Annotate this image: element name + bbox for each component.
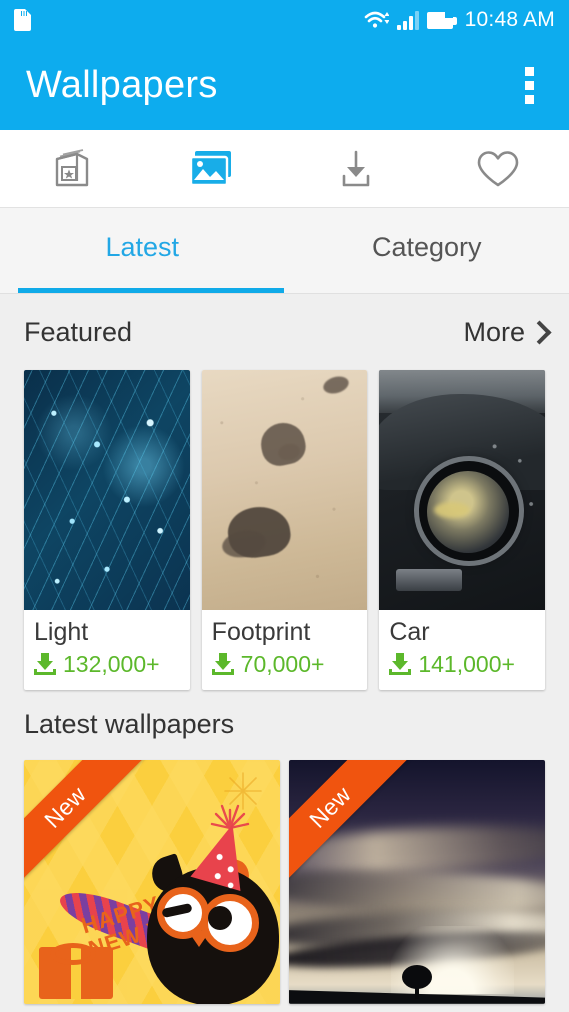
featured-card[interactable]: Light 132,000+ xyxy=(24,370,190,690)
tree-silhouette xyxy=(401,964,432,999)
featured-card-downloads: 70,000+ xyxy=(211,650,358,678)
featured-card-downloads: 141,000+ xyxy=(389,651,535,678)
themes-box-icon xyxy=(47,145,95,193)
content-tab-bar: Latest Category xyxy=(0,208,569,294)
tab-wallpapers[interactable] xyxy=(142,130,284,207)
tab-favorites[interactable] xyxy=(427,130,569,207)
app-bar: Wallpapers xyxy=(0,40,569,130)
featured-card-name: Car xyxy=(389,618,430,646)
featured-thumbnail-car xyxy=(379,370,546,610)
download-count: 70,000+ xyxy=(240,650,325,677)
tab-downloads[interactable] xyxy=(285,130,427,207)
tab-category[interactable]: Category xyxy=(285,208,569,293)
status-bar-right: 10:48 AM xyxy=(364,8,555,32)
featured-card-meta: Footprint 70,000+ xyxy=(202,610,368,690)
featured-card[interactable]: Footprint 70,000+ xyxy=(201,370,368,690)
download-icon xyxy=(389,653,412,676)
latest-wallpaper-card[interactable]: HAPPY NEW YEAR New xyxy=(24,759,280,1004)
chevron-right-icon xyxy=(531,320,545,344)
featured-thumbnail-footprint xyxy=(201,370,368,610)
wallpapers-app-screen: 10:48 AM Wallpapers Latest Category Feat… xyxy=(0,0,569,1012)
latest-card-row: HAPPY NEW YEAR New xyxy=(0,759,569,1004)
tab-category-label: Category xyxy=(371,232,482,262)
battery-icon xyxy=(426,11,457,29)
latest-section-header: Latest wallpapers xyxy=(0,690,569,760)
status-bar: 10:48 AM xyxy=(0,0,569,40)
downloads-icon xyxy=(332,145,380,193)
download-count: 141,000+ xyxy=(418,650,515,677)
download-count: 132,000+ xyxy=(63,650,160,677)
tab-themes[interactable] xyxy=(0,130,142,207)
featured-thumbnail-light xyxy=(24,370,190,610)
latest-title: Latest wallpapers xyxy=(24,709,235,740)
overflow-menu-icon[interactable] xyxy=(511,62,547,108)
icon-tab-bar xyxy=(0,130,569,208)
sd-card-icon xyxy=(14,9,31,31)
more-label: More xyxy=(463,316,525,347)
download-icon xyxy=(34,653,56,676)
featured-more-link[interactable]: More xyxy=(463,317,545,348)
tab-latest[interactable]: Latest xyxy=(0,208,285,293)
download-icon xyxy=(211,653,234,676)
featured-card[interactable]: Car 141,000+ xyxy=(379,370,546,690)
featured-title: Featured xyxy=(24,316,133,347)
featured-card-meta: Car 141,000+ xyxy=(379,610,545,690)
tab-latest-label: Latest xyxy=(105,232,180,262)
wifi-icon xyxy=(364,10,390,30)
tab-active-indicator xyxy=(18,288,284,293)
featured-section-header: Featured More xyxy=(0,294,569,370)
status-bar-clock: 10:48 AM xyxy=(464,8,555,31)
featured-card-downloads: 132,000+ xyxy=(34,651,180,678)
favorites-heart-icon xyxy=(472,145,524,193)
featured-card-meta: Light 132,000+ xyxy=(24,610,190,690)
page-title: Wallpapers xyxy=(26,63,218,106)
party-pom-icon xyxy=(211,804,250,830)
featured-card-name: Footprint xyxy=(211,618,311,646)
featured-card-name: Light xyxy=(34,618,89,646)
latest-wallpaper-card[interactable]: New xyxy=(289,759,545,1004)
wallpapers-gallery-icon xyxy=(187,147,239,191)
featured-card-row: Light 132,000+ Footprint 70,000+ Car 141… xyxy=(0,370,569,690)
status-bar-left xyxy=(14,9,31,31)
signal-icon xyxy=(396,10,419,30)
